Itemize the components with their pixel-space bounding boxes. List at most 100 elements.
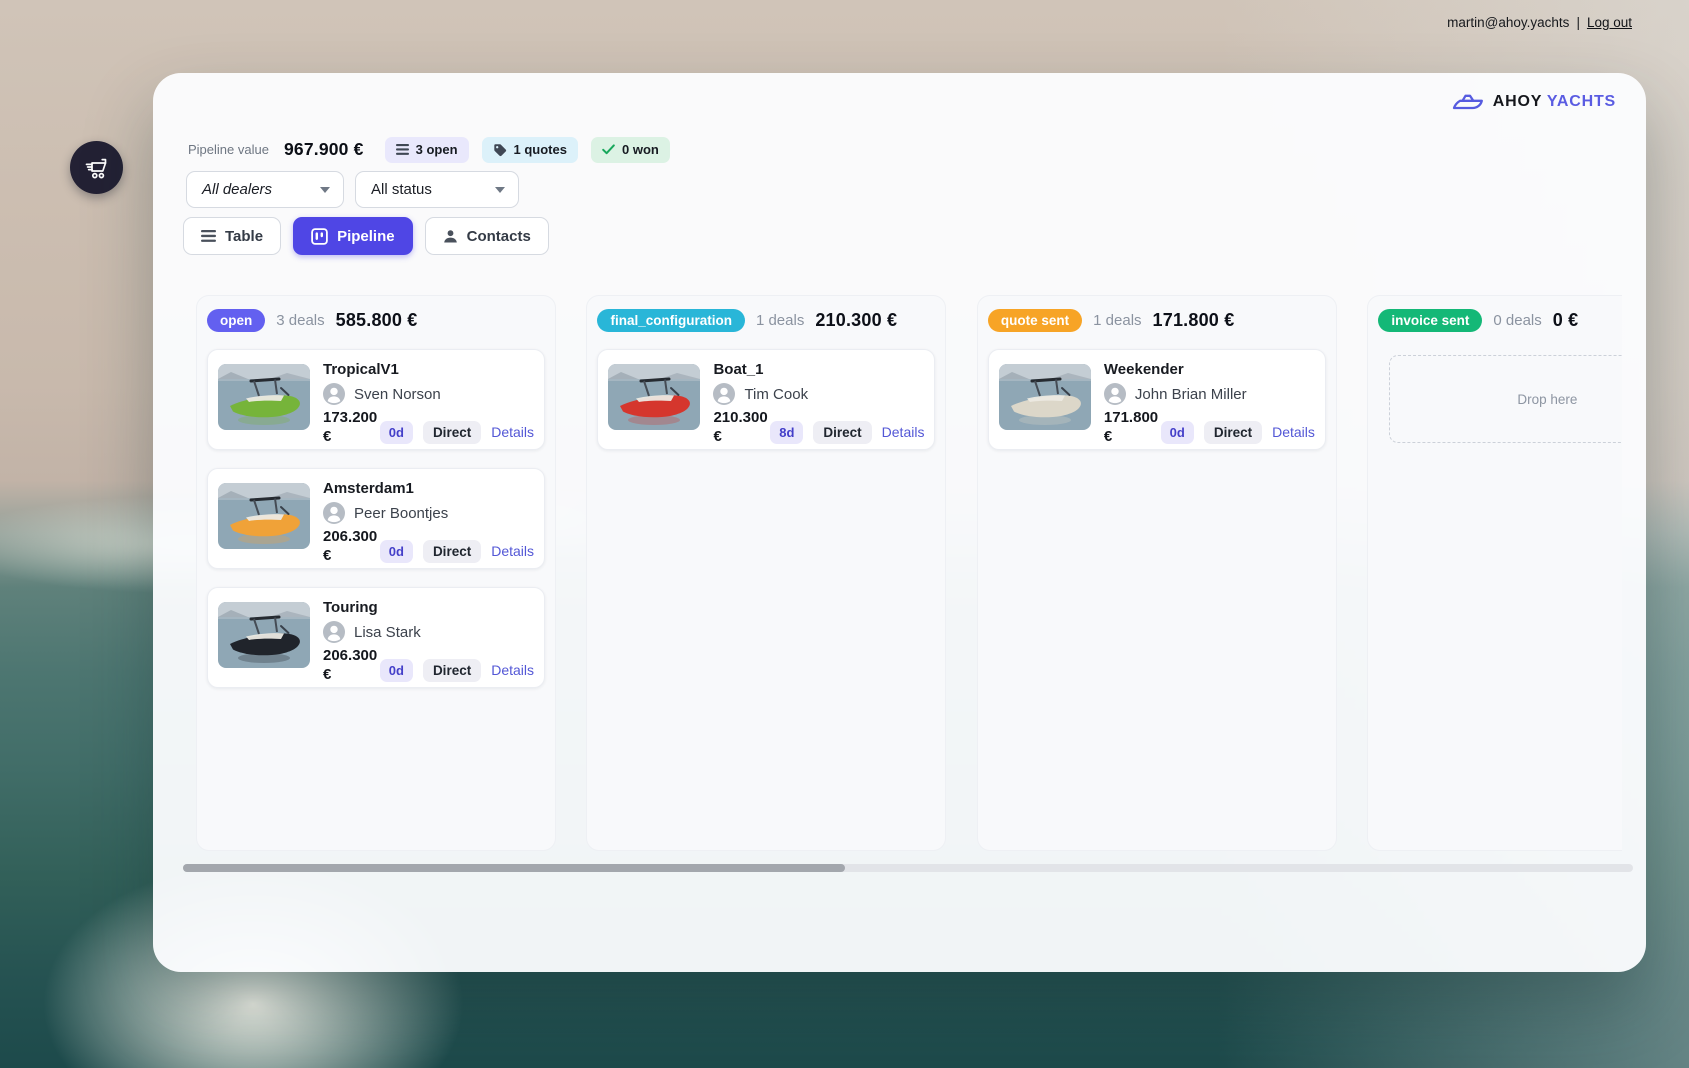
pipeline-column-open: open 3 deals 585.800 € TropicalV1 Sven N…: [196, 295, 556, 851]
boat-image: [998, 364, 1091, 430]
details-link[interactable]: Details: [491, 662, 534, 678]
list-icon: [395, 144, 409, 155]
filter-bar: All dealers All status: [186, 171, 519, 208]
column-total: 0 €: [1552, 310, 1579, 330]
check-icon: [602, 144, 615, 155]
horizontal-scrollbar-thumb[interactable]: [183, 864, 845, 872]
deal-price: 206.300 €: [323, 528, 378, 564]
details-link[interactable]: Details: [1272, 424, 1315, 440]
price-row: 171.800 € 0d Direct Details: [1104, 409, 1315, 447]
deal-card[interactable]: Amsterdam1 Peer Boontjes 206.300 € 0d Di…: [207, 468, 545, 569]
boat-image: [218, 364, 310, 430]
pipeline-value: 967.900 €: [283, 139, 364, 159]
contact-row: Lisa Stark: [323, 621, 534, 643]
stage-badge: quote sent: [987, 309, 1083, 332]
card-list: Weekender John Brian Miller 171.800 € 0d…: [978, 338, 1336, 461]
channel-badge: Direct: [422, 420, 482, 444]
status-filter-select[interactable]: All status: [355, 171, 519, 208]
price-row: 206.300 € 0d Direct Details: [323, 528, 534, 566]
deal-title: Touring: [323, 599, 378, 616]
channel-badge: Direct: [813, 420, 872, 444]
card-body: Touring Lisa Stark 206.300 € 0d Direct D…: [323, 598, 534, 683]
view-tabs: Table Pipeline Contacts: [183, 217, 549, 255]
brand-name: AHOY YACHTS: [1492, 93, 1616, 110]
main-panel: AHOY YACHTS Pipeline value 967.900 € 3 o…: [153, 73, 1646, 972]
contact-row: John Brian Miller: [1103, 383, 1315, 405]
contact-name: Lisa Stark: [354, 623, 421, 641]
age-badge: 8d: [770, 420, 804, 444]
price-row: 210.300 € 8d Direct Details: [713, 409, 924, 447]
chevron-down-icon: [320, 186, 330, 193]
kanban-icon: [311, 227, 328, 245]
pipeline-value-label: Pipeline value: [188, 142, 269, 157]
details-link[interactable]: Details: [882, 424, 925, 440]
horizontal-scrollbar-track[interactable]: [183, 864, 1633, 872]
card-body: Boat_1 Tim Cook 210.300 € 8d Direct Deta…: [713, 360, 924, 445]
account-bar: martin@ahoy.yachts | Log out: [1447, 15, 1632, 30]
column-total: 585.800 €: [335, 310, 418, 330]
age-badge: 0d: [379, 658, 413, 682]
deal-card[interactable]: Weekender John Brian Miller 171.800 € 0d…: [987, 349, 1326, 450]
deal-card[interactable]: Boat_1 Tim Cook 210.300 € 8d Direct Deta…: [597, 349, 936, 450]
age-badge: 0d: [379, 420, 413, 444]
deal-price: 171.800 €: [1103, 409, 1159, 445]
brand-logo: AHOY YACHTS: [1451, 91, 1616, 113]
status-filter-value: All status: [371, 181, 432, 198]
avatar: [1103, 383, 1126, 405]
pipeline-column-final-configuration: final_configuration 1 deals 210.300 € Bo…: [586, 295, 947, 851]
avatar: [323, 621, 345, 643]
column-total: 210.300 €: [815, 310, 898, 330]
details-link[interactable]: Details: [491, 543, 534, 559]
pipeline-column-invoice-sent: invoice sent 0 deals 0 € Drop here: [1367, 295, 1622, 851]
open-count-badge: 3 open: [384, 136, 469, 163]
stage-badge: open: [207, 309, 266, 332]
drop-zone[interactable]: Drop here: [1389, 355, 1622, 443]
price-row: 206.300 € 0d Direct Details: [323, 647, 534, 685]
cart-button[interactable]: [70, 141, 123, 194]
age-badge: 0d: [379, 539, 413, 563]
list-icon: [201, 230, 216, 242]
pipeline-stats: Pipeline value 967.900 € 3 open 1 quotes…: [188, 136, 670, 163]
deal-card[interactable]: Touring Lisa Stark 206.300 € 0d Direct D…: [207, 587, 545, 688]
tab-pipeline[interactable]: Pipeline: [293, 217, 413, 255]
channel-badge: Direct: [1203, 420, 1263, 444]
deal-title: Amsterdam1: [323, 480, 414, 497]
price-row: 173.200 € 0d Direct Details: [323, 409, 534, 447]
boat-image: [608, 364, 701, 430]
quotes-count-badge: 1 quotes: [481, 136, 578, 163]
boat-image: [218, 483, 310, 549]
contact-name: Sven Norson: [354, 385, 441, 403]
age-badge: 0d: [1160, 420, 1194, 444]
deals-count: 1 deals: [755, 312, 805, 329]
tab-contacts[interactable]: Contacts: [424, 217, 549, 255]
account-email: martin@ahoy.yachts: [1447, 15, 1570, 30]
column-header: final_configuration 1 deals 210.300 €: [587, 296, 945, 338]
deal-price: 173.200 €: [323, 409, 378, 445]
boat-logo-icon: [1451, 91, 1484, 113]
channel-badge: Direct: [422, 539, 482, 563]
contact-row: Sven Norson: [323, 383, 534, 405]
contact-name: Peer Boontjes: [354, 504, 449, 522]
deal-price: 206.300 €: [323, 647, 378, 683]
stage-badge: final_configuration: [597, 309, 745, 332]
tab-table[interactable]: Table: [183, 217, 282, 255]
column-header: invoice sent 0 deals 0 €: [1368, 296, 1622, 338]
account-separator: |: [1576, 15, 1580, 30]
contact-name: Tim Cook: [744, 385, 809, 403]
deal-card[interactable]: TropicalV1 Sven Norson 173.200 € 0d Dire…: [207, 349, 545, 450]
deal-title: Boat_1: [713, 361, 764, 378]
boat-image: [218, 602, 310, 668]
kanban-board: open 3 deals 585.800 € TropicalV1 Sven N…: [196, 295, 1622, 852]
channel-badge: Direct: [422, 658, 482, 682]
details-link[interactable]: Details: [491, 424, 534, 440]
deals-count: 0 deals: [1493, 312, 1542, 329]
logout-link[interactable]: Log out: [1587, 15, 1632, 30]
avatar: [323, 383, 345, 405]
card-list: TropicalV1 Sven Norson 173.200 € 0d Dire…: [197, 338, 555, 699]
card-body: Weekender John Brian Miller 171.800 € 0d…: [1103, 360, 1315, 445]
column-header: quote sent 1 deals 171.800 €: [978, 296, 1336, 338]
deals-count: 1 deals: [1093, 312, 1142, 329]
deal-price: 210.300 €: [713, 409, 768, 445]
column-header: open 3 deals 585.800 €: [197, 296, 555, 338]
dealers-filter-select[interactable]: All dealers: [186, 171, 344, 208]
